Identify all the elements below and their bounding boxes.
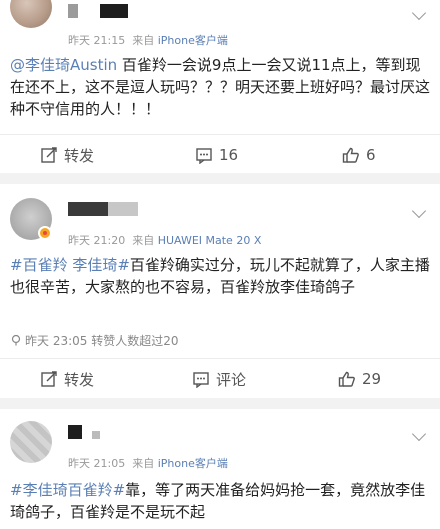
post-text: #李佳琦百雀羚#靠，等了两天准备给妈妈抢一套，竟然放李佳琦鸽子，百雀羚是不是玩不… (10, 479, 430, 523)
thumbs-up-icon (338, 371, 355, 387)
topic-link[interactable]: #百雀羚 李佳琦# (10, 256, 130, 274)
username-redacted (92, 431, 100, 439)
post-actions: 转发 16 6 (0, 134, 440, 174)
post-source[interactable]: HUAWEI Mate 20 X (158, 234, 262, 247)
weibo-post-1: 昨天 21:15 来自 iPhone客户端 @李佳琦Austin 百雀羚一会说9… (0, 0, 440, 173)
avatar[interactable] (10, 421, 52, 463)
post-source[interactable]: iPhone客户端 (158, 34, 228, 47)
verified-badge-icon (38, 226, 52, 240)
thumbs-up-icon (342, 147, 359, 163)
username-redacted (68, 425, 82, 439)
like-button[interactable]: 6 (342, 135, 376, 175)
comment-button[interactable]: 评论 (192, 359, 246, 399)
repost-icon (41, 147, 57, 163)
post-text: @李佳琦Austin 百雀羚一会说9点上一会又说11点上，等到现在还不上，这不是… (10, 54, 430, 120)
repost-label: 转发 (64, 370, 95, 389)
chevron-down-icon[interactable] (411, 426, 427, 442)
post-meta: 昨天 21:05 来自 iPhone客户端 (68, 455, 228, 471)
comment-count: 16 (219, 146, 239, 164)
post-text: #百雀羚 李佳琦#百雀羚确实过分，玩儿不起就算了，人家主播也很辛苦，大家熬的也不… (10, 254, 430, 298)
post-time: 昨天 21:15 (68, 34, 126, 47)
weibo-post-2: 昨天 21:20 来自 HUAWEI Mate 20 X #百雀羚 李佳琦#百雀… (0, 184, 440, 398)
repost-hint: 昨天 23:05 转赞人数超过20 (10, 332, 178, 349)
weibo-post-3: 昨天 21:05 来自 iPhone客户端 #李佳琦百雀羚#靠，等了两天准备给妈… (0, 409, 440, 529)
post-meta: 昨天 21:15 来自 iPhone客户端 (68, 32, 228, 48)
source-prefix: 来自 (132, 457, 155, 470)
source-prefix: 来自 (132, 34, 155, 47)
username-redacted (100, 4, 128, 18)
post-source[interactable]: iPhone客户端 (158, 457, 228, 470)
post-meta: 昨天 21:20 来自 HUAWEI Mate 20 X (68, 232, 261, 248)
repost-hint-text: 昨天 23:05 转赞人数超过20 (25, 334, 179, 348)
repost-icon (41, 371, 57, 387)
username-redacted (108, 202, 138, 216)
post-actions: 转发 评论 29 (0, 358, 440, 398)
chevron-down-icon[interactable] (411, 5, 427, 21)
comment-icon (193, 372, 209, 388)
topic-link[interactable]: #李佳琦百雀羚# (10, 481, 125, 499)
comment-icon (196, 148, 212, 164)
mention-link[interactable]: @李佳琦Austin (10, 56, 117, 74)
location-pin-icon (11, 334, 21, 346)
avatar[interactable] (10, 0, 52, 28)
username-redacted (68, 202, 108, 216)
like-count: 29 (362, 370, 382, 388)
comment-label: 评论 (216, 370, 247, 389)
repost-button[interactable]: 转发 (40, 359, 94, 399)
like-count: 6 (366, 146, 376, 164)
repost-label: 转发 (64, 146, 95, 165)
repost-button[interactable]: 转发 (40, 135, 94, 175)
post-time: 昨天 21:05 (68, 457, 126, 470)
source-prefix: 来自 (132, 234, 155, 247)
username-redacted (68, 4, 78, 18)
chevron-down-icon[interactable] (411, 203, 427, 219)
comment-button[interactable]: 16 (195, 135, 238, 175)
like-button[interactable]: 29 (338, 359, 381, 399)
post-time: 昨天 21:20 (68, 234, 126, 247)
